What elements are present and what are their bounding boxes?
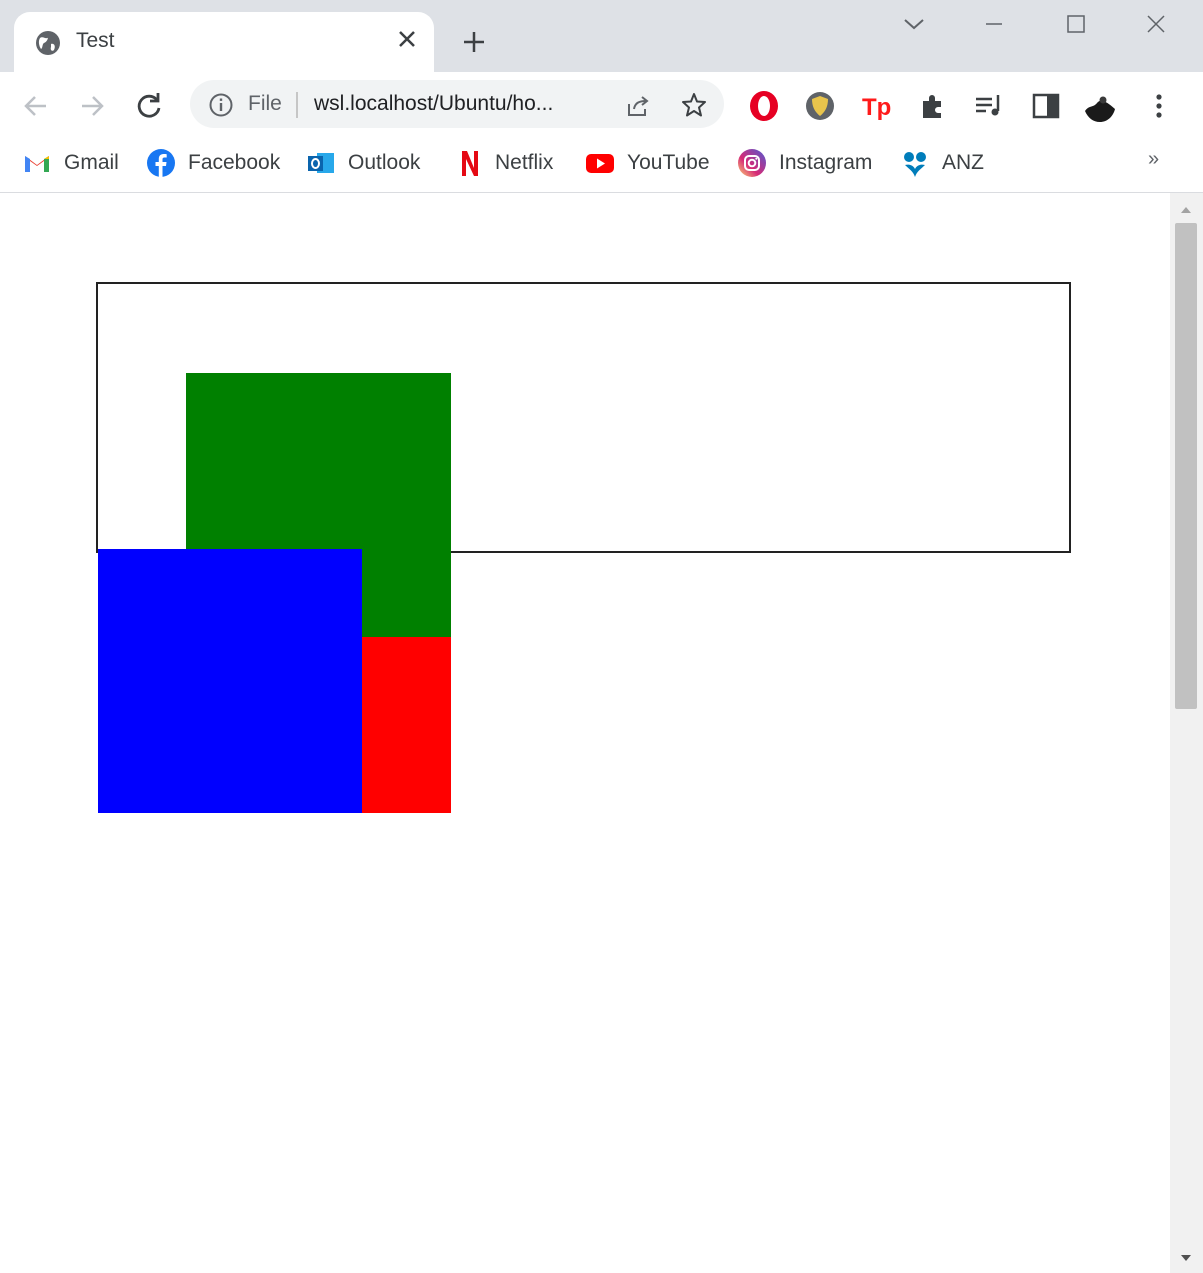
scroll-down-arrow-icon[interactable] [1179,1251,1193,1265]
bookmark-outlook[interactable]: Outlook [306,146,420,180]
instagram-icon [738,149,766,177]
minimize-icon[interactable] [980,10,1008,38]
shield-extension-icon[interactable] [803,89,837,123]
bookmark-anz[interactable]: ANZ [900,146,984,180]
side-panel-icon[interactable] [1029,89,1063,123]
bookmark-label: Netflix [495,151,554,174]
facebook-icon [147,149,175,177]
forward-icon[interactable] [74,88,110,124]
address-bar[interactable]: File wsl.localhost/Ubuntu/ho... [190,80,724,128]
browser-toolbar: File wsl.localhost/Ubuntu/ho... Tp [0,72,1203,140]
bookmarks-bar: Gmail Facebook Outlook Netflix YouTube I… [0,140,1203,193]
gmail-icon [25,156,49,172]
scroll-up-arrow-icon[interactable] [1179,203,1193,217]
window-close-icon[interactable] [1142,10,1170,38]
tab-search-icon[interactable] [900,10,928,38]
svg-text:Tp: Tp [862,94,891,121]
bookmark-label: Outlook [348,151,421,174]
tab-strip: Test [0,0,1203,74]
globe-icon [36,31,60,55]
bookmark-star-icon[interactable] [680,91,708,119]
url-text[interactable]: wsl.localhost/Ubuntu/ho... [314,92,553,116]
omnibox-divider [296,92,298,118]
share-icon[interactable] [624,92,652,120]
bookmark-facebook[interactable]: Facebook [146,146,280,180]
opera-extension-icon[interactable] [747,89,781,123]
blue-square [98,549,362,813]
maximize-icon[interactable] [1062,10,1090,38]
bookmark-youtube[interactable]: YouTube [585,146,710,180]
back-icon[interactable] [18,88,54,124]
bookmark-label: Instagram [779,151,873,174]
tp-extension-icon[interactable]: Tp [860,89,894,123]
profile-avatar[interactable] [1083,89,1117,123]
puzzle-extensions-icon[interactable] [916,89,950,123]
anz-icon [904,152,926,177]
new-tab-icon[interactable] [460,28,488,56]
scrollbar-thumb[interactable] [1175,223,1197,709]
bookmark-label: YouTube [627,151,710,174]
close-tab-icon[interactable] [394,26,420,52]
bookmarks-overflow-button[interactable]: » [1148,148,1159,171]
tab-test[interactable]: Test [14,12,434,74]
menu-kebab-icon[interactable] [1142,89,1176,123]
scheme-label: File [248,92,282,115]
reload-icon[interactable] [131,88,167,124]
netflix-icon [462,151,478,176]
bookmark-instagram[interactable]: Instagram [737,146,872,180]
media-controls-icon[interactable] [972,89,1006,123]
bookmark-gmail[interactable]: Gmail [22,146,119,180]
bookmark-label: Gmail [64,151,119,174]
outlook-icon [308,153,334,173]
bookmark-label: ANZ [942,151,984,174]
tab-title: Test [76,29,115,52]
site-info-icon[interactable] [208,92,234,118]
bookmark-netflix[interactable]: Netflix [453,146,553,180]
bookmark-label: Facebook [188,151,281,174]
vertical-scrollbar[interactable] [1170,193,1203,1273]
youtube-icon [586,154,614,173]
